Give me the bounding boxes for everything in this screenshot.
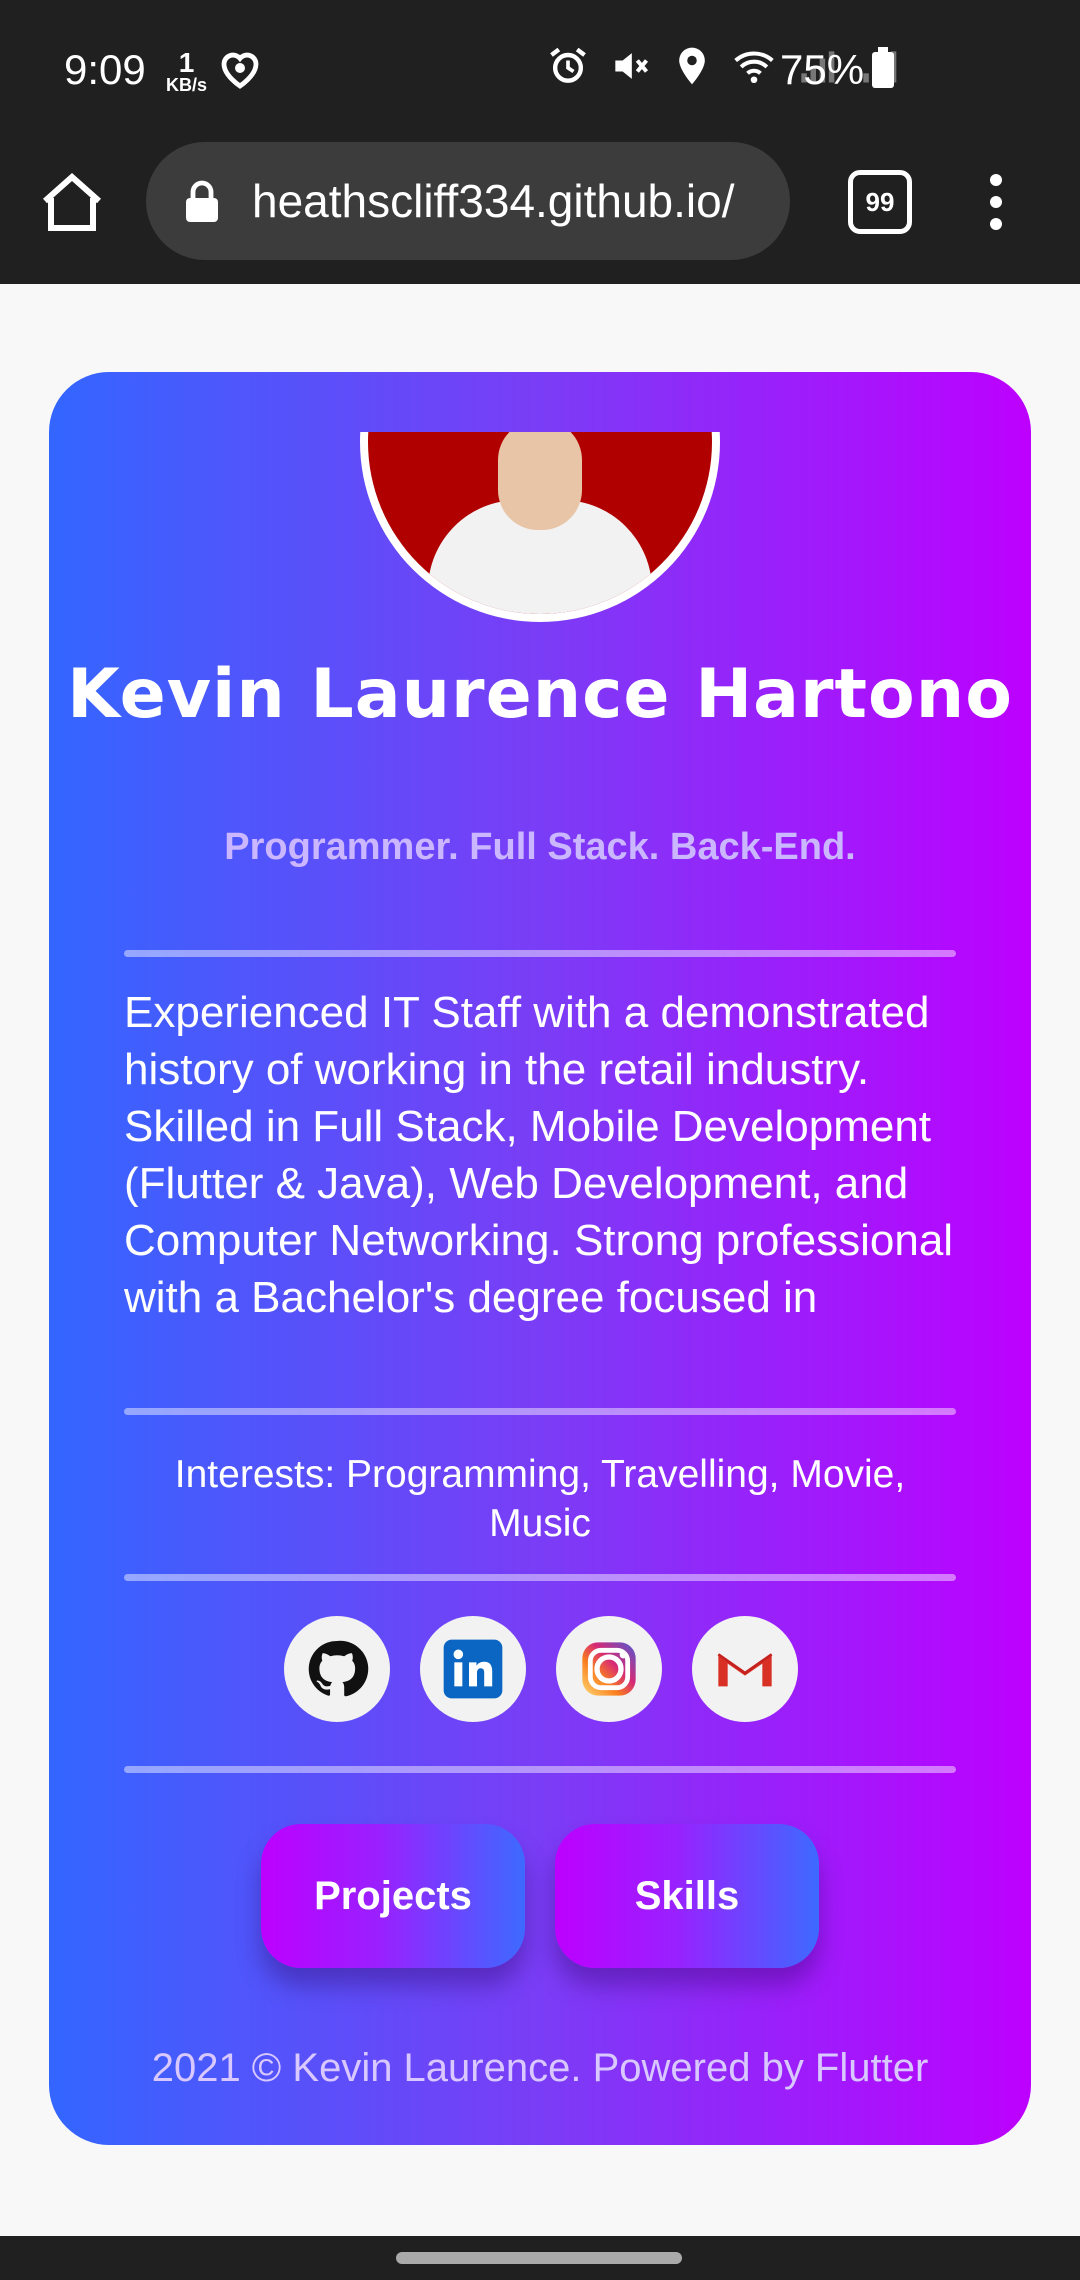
address-bar[interactable]: heathscliff334.github.io/ (146, 142, 790, 260)
divider (124, 950, 956, 957)
location-icon (679, 47, 705, 85)
social-links (284, 1616, 804, 1722)
divider (124, 1408, 956, 1415)
gmail-icon (717, 1650, 773, 1688)
instagram-link[interactable] (556, 1616, 662, 1722)
avatar-face (498, 432, 582, 530)
divider (124, 1766, 956, 1773)
battery-percent: 75% (780, 46, 865, 93)
profile-name: Kevin Laurence Hartono (67, 655, 1013, 734)
mute-icon (615, 53, 649, 79)
system-nav-bar (0, 2236, 1080, 2280)
heart-icon (221, 52, 259, 89)
footer-text: 2021 © Kevin Laurence. Powered by Flutte… (151, 2046, 929, 2090)
net-speed: 1 KB/s (166, 47, 208, 95)
status-bar: 9:09 1 KB/s 75% (0, 0, 1080, 140)
gmail-link[interactable] (692, 1616, 798, 1722)
dot-icon (990, 196, 1002, 208)
profile-interests: Interests: Programming, Travelling, Movi… (174, 1453, 906, 1545)
profile-bio: Experienced IT Staff with a demonstrated… (124, 988, 954, 1322)
avatar (360, 432, 720, 622)
profile-tagline: Programmer. Full Stack. Back-End. (224, 826, 856, 868)
browser-toolbar: heathscliff334.github.io/ 99 (0, 140, 1080, 284)
net-speed-unit: KB/s (166, 75, 208, 95)
home-icon[interactable] (36, 168, 108, 240)
alarm-icon (550, 47, 586, 83)
home-gesture-handle[interactable] (396, 2252, 682, 2264)
projects-button[interactable]: Projects (261, 1824, 525, 1968)
dot-icon (990, 174, 1002, 186)
profile-card: Kevin Laurence Hartono Programmer. Full … (49, 372, 1031, 2145)
overflow-menu-button[interactable] (984, 174, 1008, 234)
net-speed-value: 1 (178, 47, 195, 78)
battery-icon (872, 47, 894, 88)
github-icon (308, 1640, 369, 1697)
url-text: heathscliff334.github.io/ (252, 175, 735, 227)
github-link[interactable] (284, 1616, 390, 1722)
status-time: 9:09 (64, 46, 146, 93)
tab-switcher-button[interactable]: 99 (848, 170, 912, 234)
divider (124, 1574, 956, 1581)
linkedin-link[interactable] (420, 1616, 526, 1722)
lock-icon (186, 180, 218, 222)
skills-button[interactable]: Skills (555, 1824, 819, 1968)
wifi-icon (734, 51, 774, 84)
dot-icon (990, 218, 1002, 230)
linkedin-icon (443, 1639, 503, 1699)
instagram-icon (582, 1642, 636, 1696)
